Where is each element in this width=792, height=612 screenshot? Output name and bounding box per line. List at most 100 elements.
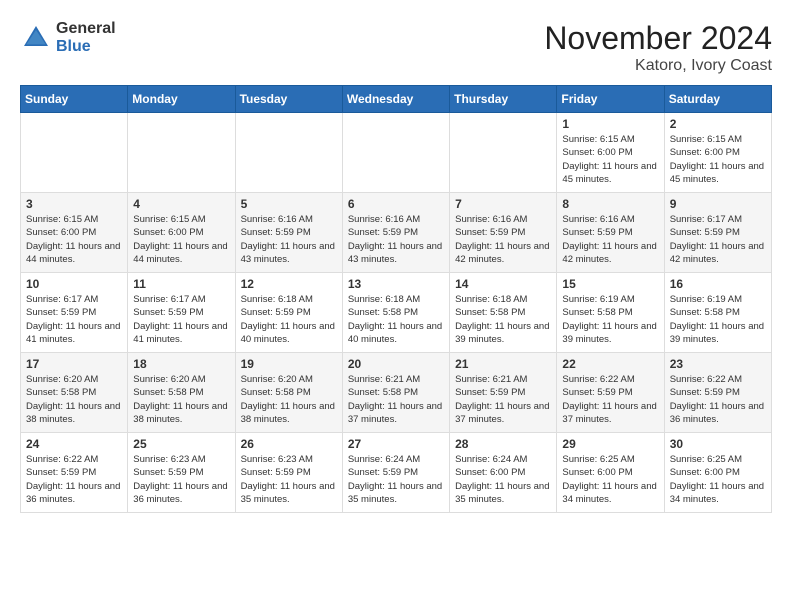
day-number: 10 (26, 277, 122, 291)
day-number: 6 (348, 197, 444, 211)
calendar-body: 1Sunrise: 6:15 AM Sunset: 6:00 PM Daylig… (21, 113, 772, 513)
day-cell: 13 Sunrise: 6:18 AM Sunset: 5:58 PM Dayli… (342, 273, 449, 353)
day-number: 24 (26, 437, 122, 451)
day-info: Sunrise: 6:24 AM Sunset: 6:00 PM Dayligh… (455, 453, 551, 506)
header-saturday: Saturday (664, 86, 771, 113)
day-cell: 2Sunrise: 6:15 AM Sunset: 6:00 PM Daylig… (664, 113, 771, 193)
day-cell: 29Sunrise: 6:25 AM Sunset: 6:00 PM Dayli… (557, 433, 664, 513)
day-number: 2 (670, 117, 766, 131)
day-number: 26 (241, 437, 337, 451)
day-cell: 4 Sunrise: 6:15 AM Sunset: 6:00 PM Daylig… (128, 193, 235, 273)
header-friday: Friday (557, 86, 664, 113)
day-number: 15 (562, 277, 658, 291)
day-cell: 28Sunrise: 6:24 AM Sunset: 6:00 PM Dayli… (450, 433, 557, 513)
day-info: Sunrise: 6:16 AM Sunset: 5:59 PM Dayligh… (348, 213, 444, 266)
day-number: 17 (26, 357, 122, 371)
day-number: 20 (348, 357, 444, 371)
day-cell: 21Sunrise: 6:21 AM Sunset: 5:59 PM Dayli… (450, 353, 557, 433)
week-row-5: 24 Sunrise: 6:22 AM Sunset: 5:59 PM Dayli… (21, 433, 772, 513)
title-area: November 2024 Katoro, Ivory Coast (544, 20, 772, 75)
day-number: 23 (670, 357, 766, 371)
day-number: 19 (241, 357, 337, 371)
day-info: Sunrise: 6:16 AM Sunset: 5:59 PM Dayligh… (455, 213, 551, 266)
day-cell: 23 Sunrise: 6:22 AM Sunset: 5:59 PM Dayli… (664, 353, 771, 433)
day-number: 13 (348, 277, 444, 291)
day-cell: 5 Sunrise: 6:16 AM Sunset: 5:59 PM Daylig… (235, 193, 342, 273)
calendar-header-row: SundayMondayTuesdayWednesdayThursdayFrid… (21, 86, 772, 113)
day-number: 29 (562, 437, 658, 451)
day-info: Sunrise: 6:18 AM Sunset: 5:58 PM Dayligh… (455, 293, 551, 346)
day-cell: 26 Sunrise: 6:23 AM Sunset: 5:59 PM Dayli… (235, 433, 342, 513)
logo-general-text: General (56, 20, 116, 38)
day-info: Sunrise: 6:22 AM Sunset: 5:59 PM Dayligh… (562, 373, 658, 426)
location: Katoro, Ivory Coast (544, 57, 772, 75)
logo-icon (20, 22, 52, 54)
day-info: Sunrise: 6:17 AM Sunset: 5:59 PM Dayligh… (670, 213, 766, 266)
day-cell: 30 Sunrise: 6:25 AM Sunset: 6:00 PM Dayli… (664, 433, 771, 513)
day-number: 30 (670, 437, 766, 451)
day-info: Sunrise: 6:20 AM Sunset: 5:58 PM Dayligh… (26, 373, 122, 426)
day-info: Sunrise: 6:15 AM Sunset: 6:00 PM Dayligh… (133, 213, 229, 266)
header-thursday: Thursday (450, 86, 557, 113)
page-header: General Blue November 2024 Katoro, Ivory… (20, 20, 772, 75)
header-wednesday: Wednesday (342, 86, 449, 113)
day-number: 18 (133, 357, 229, 371)
day-number: 7 (455, 197, 551, 211)
day-cell: 7 Sunrise: 6:16 AM Sunset: 5:59 PM Daylig… (450, 193, 557, 273)
day-cell: 14 Sunrise: 6:18 AM Sunset: 5:58 PM Dayli… (450, 273, 557, 353)
day-info: Sunrise: 6:18 AM Sunset: 5:59 PM Dayligh… (241, 293, 337, 346)
week-row-4: 17 Sunrise: 6:20 AM Sunset: 5:58 PM Dayli… (21, 353, 772, 433)
day-number: 22 (562, 357, 658, 371)
day-info: Sunrise: 6:23 AM Sunset: 5:59 PM Dayligh… (241, 453, 337, 506)
day-cell: 25Sunrise: 6:23 AM Sunset: 5:59 PM Dayli… (128, 433, 235, 513)
day-info: Sunrise: 6:15 AM Sunset: 6:00 PM Dayligh… (562, 133, 658, 186)
day-number: 25 (133, 437, 229, 451)
day-info: Sunrise: 6:20 AM Sunset: 5:58 PM Dayligh… (133, 373, 229, 426)
day-number: 11 (133, 277, 229, 291)
logo: General Blue (20, 20, 116, 55)
day-info: Sunrise: 6:22 AM Sunset: 5:59 PM Dayligh… (26, 453, 122, 506)
day-info: Sunrise: 6:18 AM Sunset: 5:58 PM Dayligh… (348, 293, 444, 346)
day-info: Sunrise: 6:19 AM Sunset: 5:58 PM Dayligh… (670, 293, 766, 346)
day-number: 27 (348, 437, 444, 451)
day-cell: 15 Sunrise: 6:19 AM Sunset: 5:58 PM Dayli… (557, 273, 664, 353)
header-monday: Monday (128, 86, 235, 113)
day-info: Sunrise: 6:20 AM Sunset: 5:58 PM Dayligh… (241, 373, 337, 426)
day-number: 4 (133, 197, 229, 211)
day-cell: 6 Sunrise: 6:16 AM Sunset: 5:59 PM Daylig… (342, 193, 449, 273)
day-cell: 1Sunrise: 6:15 AM Sunset: 6:00 PM Daylig… (557, 113, 664, 193)
day-number: 3 (26, 197, 122, 211)
day-number: 5 (241, 197, 337, 211)
day-info: Sunrise: 6:24 AM Sunset: 5:59 PM Dayligh… (348, 453, 444, 506)
day-cell: 18 Sunrise: 6:20 AM Sunset: 5:58 PM Dayli… (128, 353, 235, 433)
day-cell: 8 Sunrise: 6:16 AM Sunset: 5:59 PM Daylig… (557, 193, 664, 273)
day-cell: 16Sunrise: 6:19 AM Sunset: 5:58 PM Dayli… (664, 273, 771, 353)
day-cell: 24 Sunrise: 6:22 AM Sunset: 5:59 PM Dayli… (21, 433, 128, 513)
day-cell: 19 Sunrise: 6:20 AM Sunset: 5:58 PM Dayli… (235, 353, 342, 433)
day-cell: 3 Sunrise: 6:15 AM Sunset: 6:00 PM Daylig… (21, 193, 128, 273)
day-info: Sunrise: 6:22 AM Sunset: 5:59 PM Dayligh… (670, 373, 766, 426)
day-info: Sunrise: 6:19 AM Sunset: 5:58 PM Dayligh… (562, 293, 658, 346)
day-info: Sunrise: 6:17 AM Sunset: 5:59 PM Dayligh… (26, 293, 122, 346)
day-cell: 27 Sunrise: 6:24 AM Sunset: 5:59 PM Dayli… (342, 433, 449, 513)
day-cell (21, 113, 128, 193)
day-info: Sunrise: 6:15 AM Sunset: 6:00 PM Dayligh… (26, 213, 122, 266)
logo-blue-text: Blue (56, 38, 116, 56)
day-cell: 10 Sunrise: 6:17 AM Sunset: 5:59 PM Dayli… (21, 273, 128, 353)
header-sunday: Sunday (21, 86, 128, 113)
day-cell (342, 113, 449, 193)
day-info: Sunrise: 6:25 AM Sunset: 6:00 PM Dayligh… (670, 453, 766, 506)
day-info: Sunrise: 6:16 AM Sunset: 5:59 PM Dayligh… (241, 213, 337, 266)
day-cell: 17 Sunrise: 6:20 AM Sunset: 5:58 PM Dayli… (21, 353, 128, 433)
week-row-2: 3 Sunrise: 6:15 AM Sunset: 6:00 PM Daylig… (21, 193, 772, 273)
day-cell: 12Sunrise: 6:18 AM Sunset: 5:59 PM Dayli… (235, 273, 342, 353)
day-cell (235, 113, 342, 193)
day-number: 8 (562, 197, 658, 211)
day-info: Sunrise: 6:17 AM Sunset: 5:59 PM Dayligh… (133, 293, 229, 346)
day-number: 14 (455, 277, 551, 291)
week-row-1: 1Sunrise: 6:15 AM Sunset: 6:00 PM Daylig… (21, 113, 772, 193)
day-info: Sunrise: 6:16 AM Sunset: 5:59 PM Dayligh… (562, 213, 658, 266)
day-cell: 11 Sunrise: 6:17 AM Sunset: 5:59 PM Dayli… (128, 273, 235, 353)
day-cell (128, 113, 235, 193)
day-info: Sunrise: 6:21 AM Sunset: 5:59 PM Dayligh… (455, 373, 551, 426)
